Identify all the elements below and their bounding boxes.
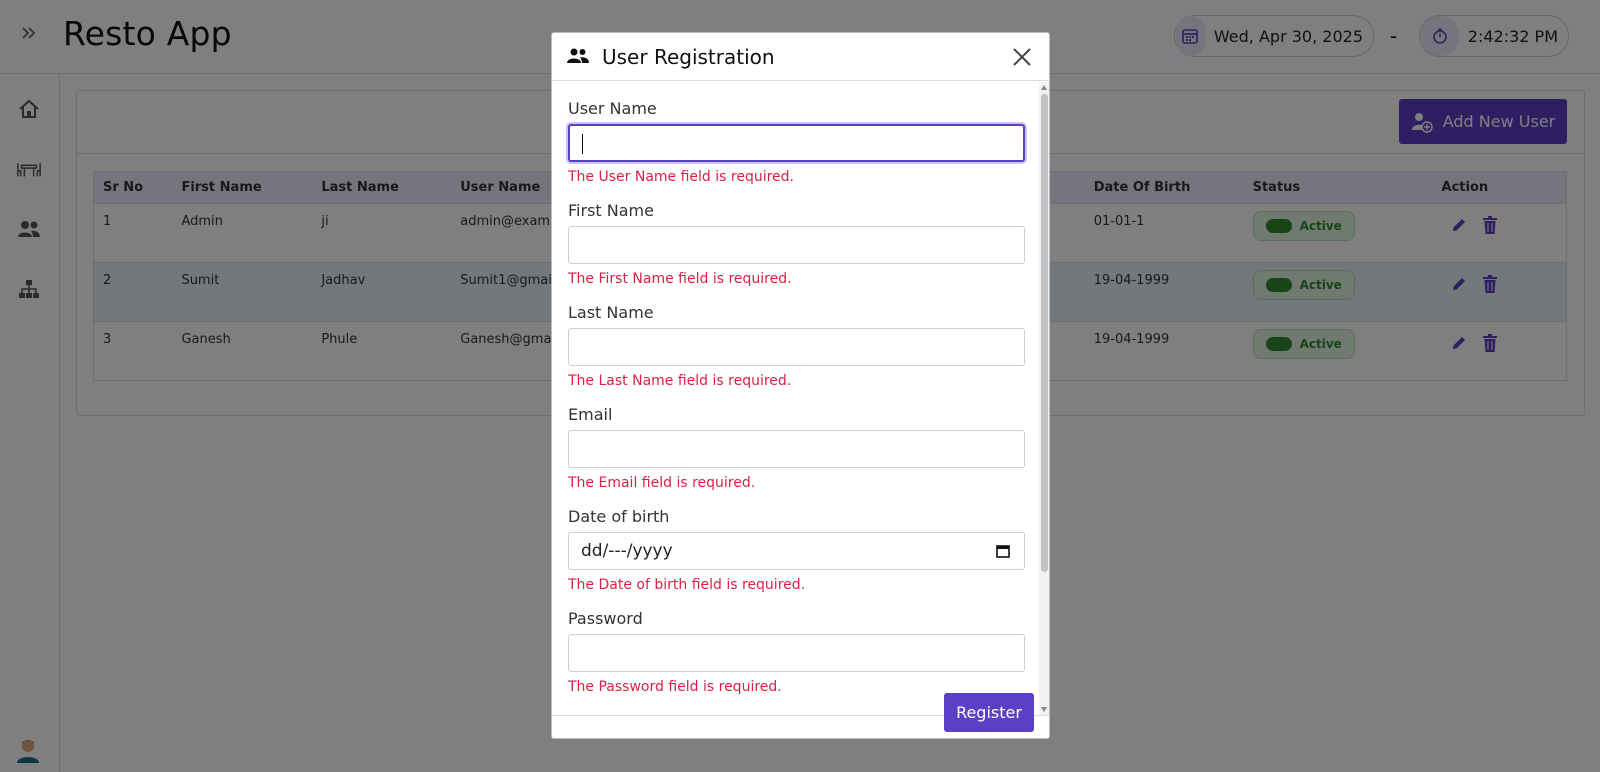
password-label: Password — [568, 609, 643, 628]
modal-title: User Registration — [602, 45, 775, 69]
user-name-error: The User Name field is required. — [568, 169, 795, 185]
scroll-up-icon[interactable] — [1041, 85, 1047, 90]
field-email: Email The Email field is required. — [568, 404, 1025, 493]
last-name-input[interactable] — [568, 328, 1025, 366]
field-user-name: User Name The User Name field is require… — [568, 98, 1025, 187]
field-date-of-birth: Date of birth dd/---/yyyy The Date of bi… — [568, 506, 1025, 595]
close-button[interactable] — [1010, 45, 1034, 69]
user-name-label: User Name — [568, 99, 657, 118]
last-name-label: Last Name — [568, 303, 654, 322]
close-icon — [1013, 48, 1031, 66]
scroll-thumb[interactable] — [1041, 94, 1048, 572]
scroll-down-icon[interactable] — [1041, 707, 1047, 712]
calendar-icon[interactable] — [996, 544, 1010, 558]
register-button[interactable]: Register — [944, 693, 1034, 732]
first-name-input[interactable] — [568, 226, 1025, 264]
modal-scrollbar[interactable] — [1039, 82, 1049, 715]
field-password: Password The Password field is required. — [568, 608, 1025, 697]
date-placeholder: dd/---/yyyy — [581, 541, 673, 561]
modal-body: User Name The User Name field is require… — [552, 82, 1039, 715]
email-error: The Email field is required. — [568, 475, 756, 491]
last-name-error: The Last Name field is required. — [568, 373, 792, 389]
date-of-birth-label: Date of birth — [568, 507, 670, 526]
users-icon — [567, 48, 589, 63]
password-input[interactable] — [568, 634, 1025, 672]
date-of-birth-input[interactable]: dd/---/yyyy — [568, 532, 1025, 570]
user-registration-modal: User Registration User Name The User Nam… — [551, 32, 1050, 739]
modal-header: User Registration — [552, 33, 1049, 81]
first-name-error: The First Name field is required. — [568, 271, 792, 287]
field-first-name: First Name The First Name field is requi… — [568, 200, 1025, 289]
field-last-name: Last Name The Last Name field is require… — [568, 302, 1025, 391]
date-of-birth-error: The Date of birth field is required. — [568, 577, 806, 593]
email-label: Email — [568, 405, 613, 424]
email-input[interactable] — [568, 430, 1025, 468]
user-name-input[interactable] — [568, 124, 1025, 162]
first-name-label: First Name — [568, 201, 654, 220]
